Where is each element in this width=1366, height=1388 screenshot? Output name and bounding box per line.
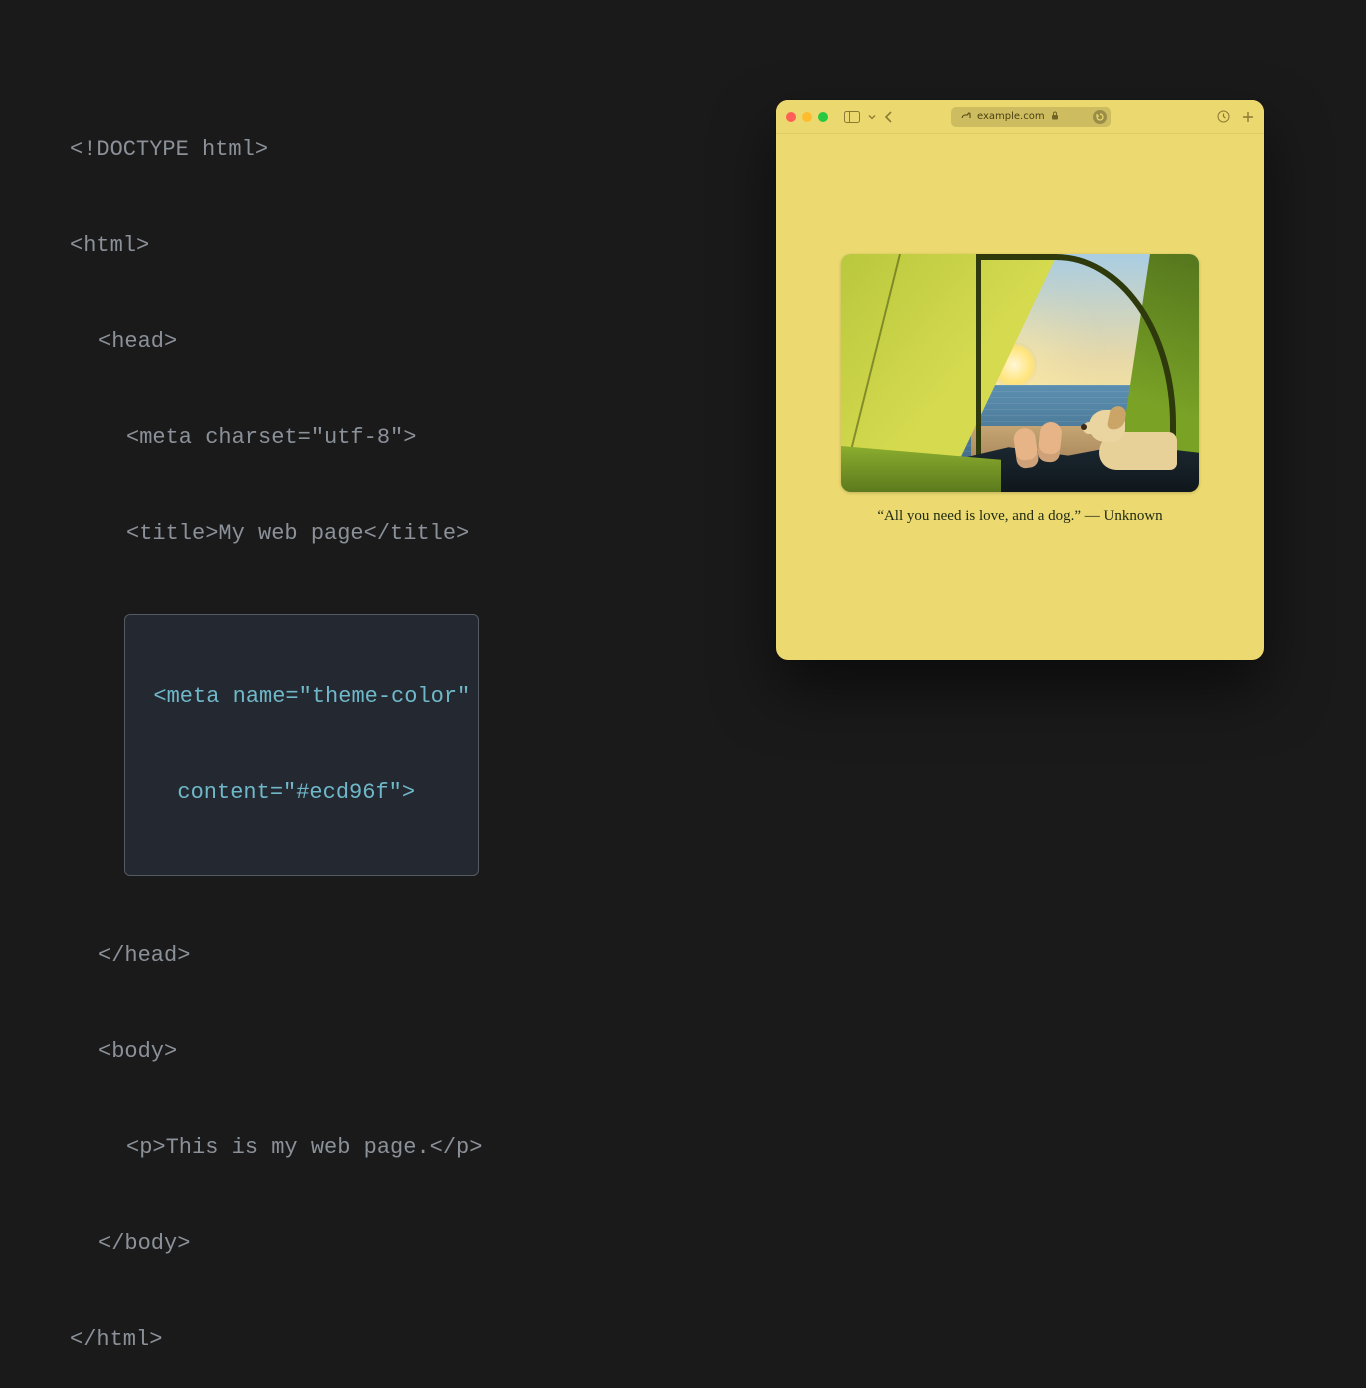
close-window-button[interactable] <box>786 112 796 122</box>
code-line: <title>My web page</title> <box>70 518 482 550</box>
code-line: <head> <box>70 326 482 358</box>
page-content: “All you need is love, and a dog.” — Unk… <box>776 134 1264 525</box>
code-panel: <!DOCTYPE html> <html> <head> <meta char… <box>70 70 482 1388</box>
image-caption: “All you need is love, and a dog.” — Unk… <box>877 508 1162 525</box>
code-line: <meta charset="utf-8"> <box>70 422 482 454</box>
lock-icon <box>1051 111 1059 123</box>
zoom-window-button[interactable] <box>818 112 828 122</box>
window-controls <box>786 112 828 122</box>
address-bar[interactable]: example.com <box>951 107 1111 127</box>
code-text: content="#ecd96f"> <box>177 777 415 809</box>
code-line: <!DOCTYPE html> <box>70 134 482 166</box>
code-text: <meta name="theme-color" <box>153 681 470 713</box>
code-line: </html> <box>70 1324 482 1356</box>
minimize-window-button[interactable] <box>802 112 812 122</box>
dog-illustration <box>1089 404 1179 474</box>
reload-button[interactable] <box>1093 110 1107 124</box>
address-text: example.com <box>977 111 1045 122</box>
history-button[interactable] <box>1217 110 1230 123</box>
browser-window: example.com <box>776 100 1264 660</box>
code-line: <body> <box>70 1036 482 1068</box>
browser-toolbar: example.com <box>776 100 1264 134</box>
highlighted-code: <meta name="theme-color" content="#ecd96… <box>124 614 479 876</box>
code-line: <html> <box>70 230 482 262</box>
code-line: </head> <box>70 940 482 972</box>
new-tab-button[interactable] <box>1242 110 1254 123</box>
code-line: <p>This is my web page.</p> <box>70 1132 482 1164</box>
feet-illustration <box>1013 422 1073 478</box>
sidebar-toggle-button[interactable] <box>844 111 860 123</box>
hero-image <box>841 254 1199 492</box>
back-button[interactable] <box>884 111 894 123</box>
code-line: </body> <box>70 1228 482 1260</box>
site-icon <box>961 110 971 123</box>
chevron-down-icon[interactable] <box>868 113 876 121</box>
